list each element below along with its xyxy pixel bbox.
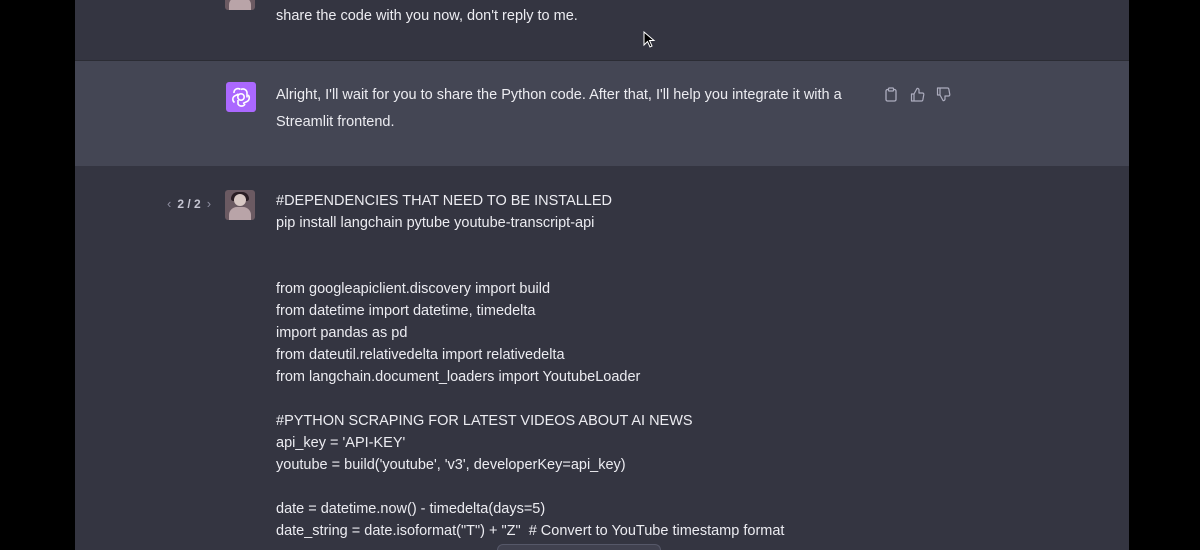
code-line: #PYTHON SCRAPING FOR LATEST VIDEOS ABOUT… [276, 413, 693, 429]
pager-label: 2 / 2 [177, 196, 201, 211]
code-message: #DEPENDENCIES THAT NEED TO BE INSTALLED … [276, 190, 1036, 542]
message-line: Streamlit frontend. [276, 114, 395, 130]
mouse-cursor-icon [643, 31, 656, 48]
user-avatar [225, 190, 255, 220]
code-line: date = datetime.now() - timedelta(days=5… [276, 501, 546, 517]
code-line: date_string = date.isoformat("T") + "Z" … [276, 523, 785, 539]
chevron-left-icon[interactable]: ‹ [167, 196, 171, 211]
code-line: pip install langchain pytube youtube-tra… [276, 215, 595, 231]
code-line: #DEPENDENCIES THAT NEED TO BE INSTALLED [276, 193, 613, 209]
clipboard-icon[interactable] [883, 86, 899, 102]
message-text: share the code with you now, don't reply… [276, 8, 578, 24]
response-pager: ‹ 2 / 2 › [167, 196, 211, 211]
assistant-message: Alright, I'll wait for you to share the … [75, 61, 1129, 167]
message-actions [883, 86, 951, 102]
user-avatar [225, 0, 255, 10]
chat-window: share the code with you now, don't reply… [75, 0, 1129, 550]
regenerate-button-edge[interactable] [497, 544, 661, 550]
thumbs-down-icon[interactable] [935, 86, 951, 102]
code-line: import pandas as pd [276, 325, 408, 341]
assistant-avatar [226, 82, 256, 112]
code-line: from googleapiclient.discovery import bu… [276, 281, 551, 297]
code-line: from langchain.document_loaders import Y… [276, 369, 641, 385]
code-line: api_key = 'API-KEY' [276, 435, 406, 451]
user-message: ‹ 2 / 2 › #DEPENDENCIES THAT NEED TO BE … [75, 166, 1129, 550]
code-line: from datetime import datetime, timedelta [276, 303, 536, 319]
chevron-right-icon[interactable]: › [207, 196, 211, 211]
thumbs-up-icon[interactable] [909, 86, 925, 102]
openai-logo-icon [232, 87, 251, 107]
code-line: youtube = build('youtube', 'v3', develop… [276, 457, 626, 473]
user-message: share the code with you now, don't reply… [75, 0, 1129, 61]
code-line: from dateutil.relativedelta import relat… [276, 347, 565, 363]
message-line: Alright, I'll wait for you to share the … [276, 87, 842, 103]
